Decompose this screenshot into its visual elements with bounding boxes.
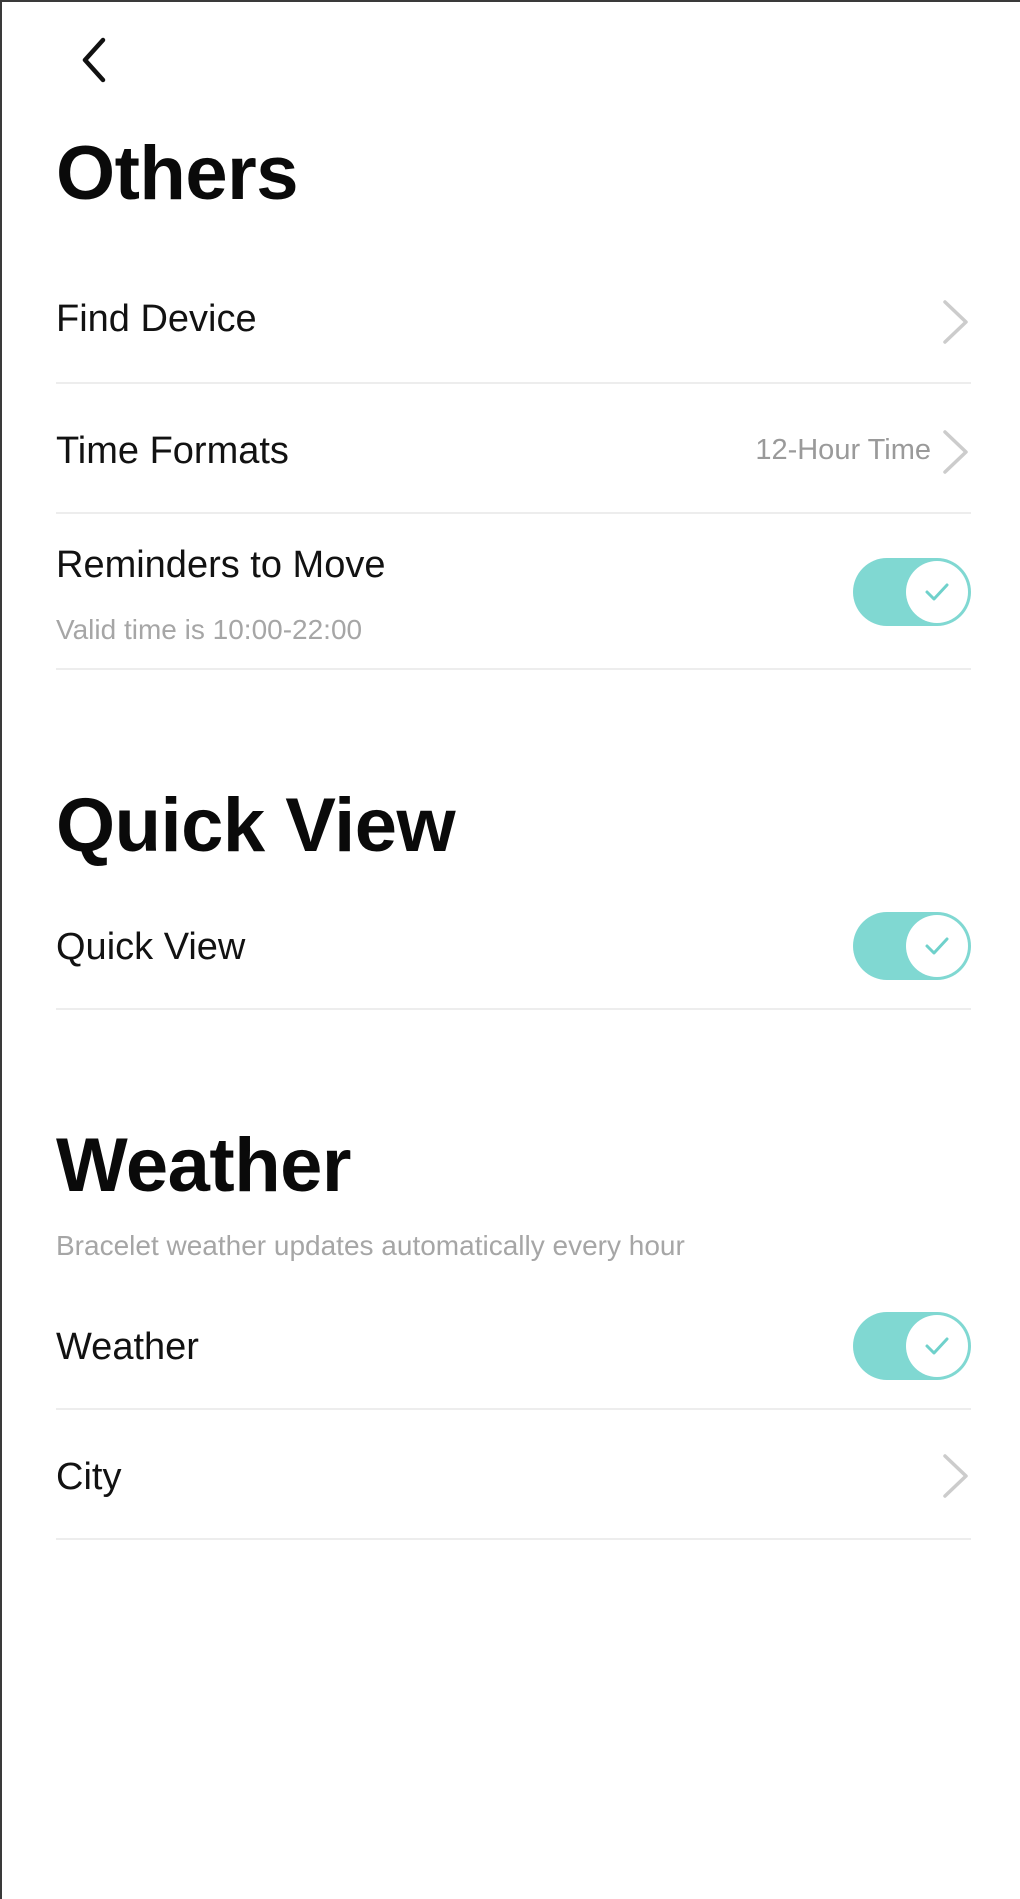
back-button[interactable] xyxy=(70,34,118,86)
section-title-others: Others xyxy=(56,131,298,216)
check-icon xyxy=(925,583,949,601)
chevron-left-icon xyxy=(82,37,106,83)
find-device-label: Find Device xyxy=(56,298,257,340)
chevron-right-icon xyxy=(943,430,968,474)
quick-view-row: Quick View xyxy=(56,880,971,1010)
check-icon xyxy=(925,937,949,955)
quick-view-label: Quick View xyxy=(56,926,246,968)
city-label: City xyxy=(56,1456,122,1498)
section-title-quick-view: Quick View xyxy=(56,783,456,868)
city-row[interactable]: City xyxy=(56,1410,971,1540)
toggle-knob xyxy=(906,1315,968,1377)
chevron-right-icon xyxy=(943,1454,968,1498)
toggle-knob xyxy=(906,915,968,977)
weather-toggle[interactable] xyxy=(853,1312,971,1380)
weather-label: Weather xyxy=(56,1326,199,1368)
reminders-to-move-toggle[interactable] xyxy=(853,558,971,626)
weather-row: Weather xyxy=(56,1280,971,1410)
reminders-to-move-subtitle: Valid time is 10:00-22:00 xyxy=(56,614,363,645)
toggle-knob xyxy=(906,561,968,623)
quick-view-toggle[interactable] xyxy=(853,912,971,980)
find-device-row[interactable]: Find Device xyxy=(56,264,971,384)
section-title-weather: Weather xyxy=(56,1123,351,1208)
time-formats-value: 12-Hour Time xyxy=(755,434,931,466)
reminders-to-move-label: Reminders to Move xyxy=(56,544,386,586)
settings-screen: Others Find Device Time Formats 12-Hour … xyxy=(0,0,1020,1899)
time-formats-row[interactable]: Time Formats 12-Hour Time xyxy=(56,384,971,514)
reminders-to-move-row: Reminders to Move Valid time is 10:00-22… xyxy=(56,514,971,670)
chevron-right-icon xyxy=(943,300,968,344)
check-icon xyxy=(925,1337,949,1355)
weather-subtitle: Bracelet weather updates automatically e… xyxy=(56,1230,685,1261)
time-formats-label: Time Formats xyxy=(56,430,289,472)
